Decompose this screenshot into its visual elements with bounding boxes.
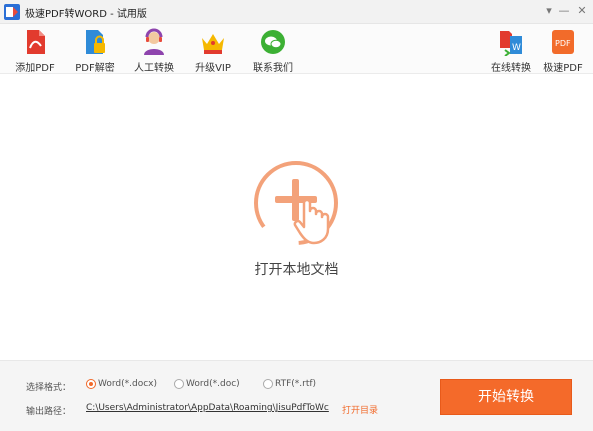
jisu-pdf-icon: PDF (552, 30, 574, 54)
online-convert-label: 在线转换 (491, 63, 531, 74)
title-bar: 极速PDF转WORD - 试用版 ▾ — ✕ (0, 0, 593, 24)
open-local-document-label[interactable]: 打开本地文档 (0, 259, 593, 279)
open-directory-link[interactable]: 打开目录 (342, 403, 378, 416)
radio-dot (174, 379, 184, 389)
app-logo-icon (4, 4, 20, 20)
pdf-decrypt-icon (86, 30, 105, 54)
online-convert-icon: W (500, 31, 522, 56)
svg-text:W: W (512, 43, 521, 53)
contact-us-label: 联系我们 (253, 63, 293, 74)
radio-dot (86, 379, 96, 389)
minimize-button[interactable]: — (554, 2, 574, 20)
format-doc-radio[interactable]: Word(*.doc) (174, 379, 240, 391)
pdf-decrypt-label: PDF解密 (75, 63, 115, 74)
upgrade-vip-button[interactable]: 升级VIP (190, 28, 236, 74)
format-rtf-radio[interactable]: RTF(*.rtf) (263, 379, 316, 391)
jisu-pdf-button[interactable]: PDF 极速PDF (540, 28, 586, 74)
output-path-label: 输出路径： (26, 407, 72, 417)
window-title: 极速PDF转WORD - 试用版 (25, 9, 147, 20)
toolbar: 添加PDF PDF解密 人工转换 升级VIP 联系我们 W 在线转换 PDF 极… (0, 24, 593, 74)
output-path-link[interactable]: C:\Users\Administrator\AppData\Roaming\J… (86, 403, 338, 413)
pdf-decrypt-button[interactable]: PDF解密 (70, 28, 120, 74)
drop-area[interactable]: 打开本地文档 (0, 75, 593, 359)
radio-dot (263, 379, 273, 389)
manual-convert-button[interactable]: 人工转换 (129, 28, 179, 74)
vip-crown-icon (202, 34, 224, 54)
open-local-file-icon[interactable] (252, 159, 344, 251)
manual-convert-label: 人工转换 (134, 63, 174, 74)
format-label: 选择格式： (26, 383, 72, 393)
add-pdf-button[interactable]: 添加PDF (12, 28, 58, 74)
upgrade-vip-label: 升级VIP (195, 63, 231, 74)
contact-us-button[interactable]: 联系我们 (248, 28, 298, 74)
online-convert-button[interactable]: W 在线转换 (488, 28, 534, 74)
format-docx-radio[interactable]: Word(*.docx) (86, 379, 157, 391)
svg-text:PDF: PDF (555, 39, 571, 48)
add-pdf-icon (27, 30, 45, 54)
close-button[interactable]: ✕ (572, 2, 592, 20)
start-convert-button[interactable]: 开始转换 (440, 379, 572, 415)
add-pdf-label: 添加PDF (15, 63, 55, 74)
manual-service-icon (144, 28, 164, 55)
wechat-contact-icon (261, 30, 285, 54)
bottom-panel: 选择格式： Word(*.docx) Word(*.doc) RTF(*.rtf… (0, 360, 593, 431)
jisu-pdf-label: 极速PDF (543, 63, 583, 74)
